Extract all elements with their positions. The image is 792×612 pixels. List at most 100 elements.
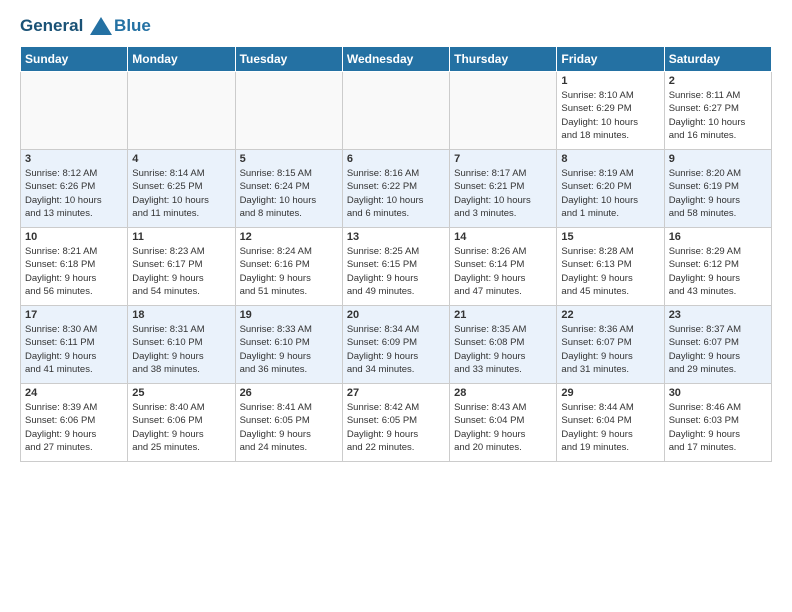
day-info: Sunrise: 8:34 AM Sunset: 6:09 PM Dayligh… — [347, 323, 445, 376]
calendar-cell: 5 Sunrise: 8:15 AM Sunset: 6:24 PM Daylig… — [235, 150, 342, 228]
calendar-cell: 2 Sunrise: 8:11 AM Sunset: 6:27 PM Daylig… — [664, 72, 771, 150]
calendar-cell: 6 Sunrise: 8:16 AM Sunset: 6:22 PM Daylig… — [342, 150, 449, 228]
weekday-header: Monday — [128, 47, 235, 72]
calendar-cell: 15 Sunrise: 8:28 AM Sunset: 6:13 PM Dayli… — [557, 228, 664, 306]
day-info: Sunrise: 8:39 AM Sunset: 6:06 PM Dayligh… — [25, 401, 123, 454]
day-info: Sunrise: 8:42 AM Sunset: 6:05 PM Dayligh… — [347, 401, 445, 454]
weekday-header: Saturday — [664, 47, 771, 72]
calendar-cell: 29 Sunrise: 8:44 AM Sunset: 6:04 PM Dayli… — [557, 384, 664, 462]
weekday-header: Wednesday — [342, 47, 449, 72]
day-number: 19 — [240, 309, 338, 321]
day-number: 10 — [25, 231, 123, 243]
weekday-header-row: SundayMondayTuesdayWednesdayThursdayFrid… — [21, 47, 772, 72]
day-number: 15 — [561, 231, 659, 243]
calendar-cell: 23Sunrise: 8:37 AM Sunset: 6:07 PM Dayli… — [664, 306, 771, 384]
day-number: 26 — [240, 387, 338, 399]
calendar-cell: 8 Sunrise: 8:19 AM Sunset: 6:20 PM Daylig… — [557, 150, 664, 228]
day-info: Sunrise: 8:26 AM Sunset: 6:14 PM Dayligh… — [454, 245, 552, 298]
day-info: Sunrise: 8:41 AM Sunset: 6:05 PM Dayligh… — [240, 401, 338, 454]
calendar-week-row: 3 Sunrise: 8:12 AM Sunset: 6:26 PM Daylig… — [21, 150, 772, 228]
day-number: 5 — [240, 153, 338, 165]
day-info: Sunrise: 8:36 AM Sunset: 6:07 PM Dayligh… — [561, 323, 659, 376]
day-number: 27 — [347, 387, 445, 399]
day-info: Sunrise: 8:19 AM Sunset: 6:20 PM Dayligh… — [561, 167, 659, 220]
day-number: 22 — [561, 309, 659, 321]
day-info: Sunrise: 8:35 AM Sunset: 6:08 PM Dayligh… — [454, 323, 552, 376]
day-number: 2 — [669, 75, 767, 87]
calendar-cell: 14Sunrise: 8:26 AM Sunset: 6:14 PM Dayli… — [450, 228, 557, 306]
calendar-cell: 22 Sunrise: 8:36 AM Sunset: 6:07 PM Dayli… — [557, 306, 664, 384]
day-number: 13 — [347, 231, 445, 243]
calendar-cell: 28Sunrise: 8:43 AM Sunset: 6:04 PM Dayli… — [450, 384, 557, 462]
calendar-cell: 26 Sunrise: 8:41 AM Sunset: 6:05 PM Dayli… — [235, 384, 342, 462]
day-info: Sunrise: 8:15 AM Sunset: 6:24 PM Dayligh… — [240, 167, 338, 220]
weekday-header: Tuesday — [235, 47, 342, 72]
day-number: 9 — [669, 153, 767, 165]
calendar-cell: 11 Sunrise: 8:23 AM Sunset: 6:17 PM Dayli… — [128, 228, 235, 306]
day-info: Sunrise: 8:29 AM Sunset: 6:12 PM Dayligh… — [669, 245, 767, 298]
calendar-cell — [128, 72, 235, 150]
calendar-cell: 13 Sunrise: 8:25 AM Sunset: 6:15 PM Dayli… — [342, 228, 449, 306]
day-number: 24 — [25, 387, 123, 399]
calendar-cell: 25Sunrise: 8:40 AM Sunset: 6:06 PM Dayli… — [128, 384, 235, 462]
calendar-cell: 21 Sunrise: 8:35 AM Sunset: 6:08 PM Dayli… — [450, 306, 557, 384]
day-number: 21 — [454, 309, 552, 321]
day-number: 8 — [561, 153, 659, 165]
day-info: Sunrise: 8:25 AM Sunset: 6:15 PM Dayligh… — [347, 245, 445, 298]
day-info: Sunrise: 8:33 AM Sunset: 6:10 PM Dayligh… — [240, 323, 338, 376]
calendar-cell — [450, 72, 557, 150]
day-number: 4 — [132, 153, 230, 165]
day-info: Sunrise: 8:24 AM Sunset: 6:16 PM Dayligh… — [240, 245, 338, 298]
calendar-cell: 16 Sunrise: 8:29 AM Sunset: 6:12 PM Dayli… — [664, 228, 771, 306]
day-info: Sunrise: 8:16 AM Sunset: 6:22 PM Dayligh… — [347, 167, 445, 220]
calendar-cell: 30 Sunrise: 8:46 AM Sunset: 6:03 PM Dayli… — [664, 384, 771, 462]
weekday-header: Thursday — [450, 47, 557, 72]
calendar-cell: 12 Sunrise: 8:24 AM Sunset: 6:16 PM Dayli… — [235, 228, 342, 306]
logo-blue: Blue — [114, 16, 151, 36]
day-number: 3 — [25, 153, 123, 165]
day-info: Sunrise: 8:17 AM Sunset: 6:21 PM Dayligh… — [454, 167, 552, 220]
calendar-cell: 7 Sunrise: 8:17 AM Sunset: 6:21 PM Daylig… — [450, 150, 557, 228]
weekday-header: Sunday — [21, 47, 128, 72]
calendar-cell — [342, 72, 449, 150]
day-number: 7 — [454, 153, 552, 165]
day-info: Sunrise: 8:46 AM Sunset: 6:03 PM Dayligh… — [669, 401, 767, 454]
day-info: Sunrise: 8:21 AM Sunset: 6:18 PM Dayligh… — [25, 245, 123, 298]
calendar-week-row: 1Sunrise: 8:10 AM Sunset: 6:29 PM Daylig… — [21, 72, 772, 150]
day-number: 12 — [240, 231, 338, 243]
calendar-cell: 3 Sunrise: 8:12 AM Sunset: 6:26 PM Daylig… — [21, 150, 128, 228]
logo: General Blue — [20, 16, 151, 36]
calendar-week-row: 24 Sunrise: 8:39 AM Sunset: 6:06 PM Dayli… — [21, 384, 772, 462]
day-info: Sunrise: 8:28 AM Sunset: 6:13 PM Dayligh… — [561, 245, 659, 298]
day-number: 29 — [561, 387, 659, 399]
calendar-cell: 17Sunrise: 8:30 AM Sunset: 6:11 PM Dayli… — [21, 306, 128, 384]
day-info: Sunrise: 8:37 AM Sunset: 6:07 PM Dayligh… — [669, 323, 767, 376]
calendar-week-row: 10 Sunrise: 8:21 AM Sunset: 6:18 PM Dayli… — [21, 228, 772, 306]
day-number: 28 — [454, 387, 552, 399]
calendar-cell — [21, 72, 128, 150]
day-info: Sunrise: 8:23 AM Sunset: 6:17 PM Dayligh… — [132, 245, 230, 298]
calendar: SundayMondayTuesdayWednesdayThursdayFrid… — [20, 46, 772, 462]
day-number: 18 — [132, 309, 230, 321]
day-info: Sunrise: 8:10 AM Sunset: 6:29 PM Dayligh… — [561, 89, 659, 142]
day-number: 16 — [669, 231, 767, 243]
day-number: 25 — [132, 387, 230, 399]
day-number: 6 — [347, 153, 445, 165]
day-info: Sunrise: 8:12 AM Sunset: 6:26 PM Dayligh… — [25, 167, 123, 220]
day-info: Sunrise: 8:44 AM Sunset: 6:04 PM Dayligh… — [561, 401, 659, 454]
day-info: Sunrise: 8:30 AM Sunset: 6:11 PM Dayligh… — [25, 323, 123, 376]
calendar-cell: 18Sunrise: 8:31 AM Sunset: 6:10 PM Dayli… — [128, 306, 235, 384]
calendar-week-row: 17Sunrise: 8:30 AM Sunset: 6:11 PM Dayli… — [21, 306, 772, 384]
header: General Blue — [20, 16, 772, 36]
day-info: Sunrise: 8:20 AM Sunset: 6:19 PM Dayligh… — [669, 167, 767, 220]
day-number: 30 — [669, 387, 767, 399]
day-number: 11 — [132, 231, 230, 243]
logo-general: General — [20, 16, 83, 35]
calendar-cell: 9 Sunrise: 8:20 AM Sunset: 6:19 PM Daylig… — [664, 150, 771, 228]
weekday-header: Friday — [557, 47, 664, 72]
calendar-cell: 19 Sunrise: 8:33 AM Sunset: 6:10 PM Dayli… — [235, 306, 342, 384]
calendar-cell: 27 Sunrise: 8:42 AM Sunset: 6:05 PM Dayli… — [342, 384, 449, 462]
day-info: Sunrise: 8:11 AM Sunset: 6:27 PM Dayligh… — [669, 89, 767, 142]
day-info: Sunrise: 8:14 AM Sunset: 6:25 PM Dayligh… — [132, 167, 230, 220]
day-number: 20 — [347, 309, 445, 321]
